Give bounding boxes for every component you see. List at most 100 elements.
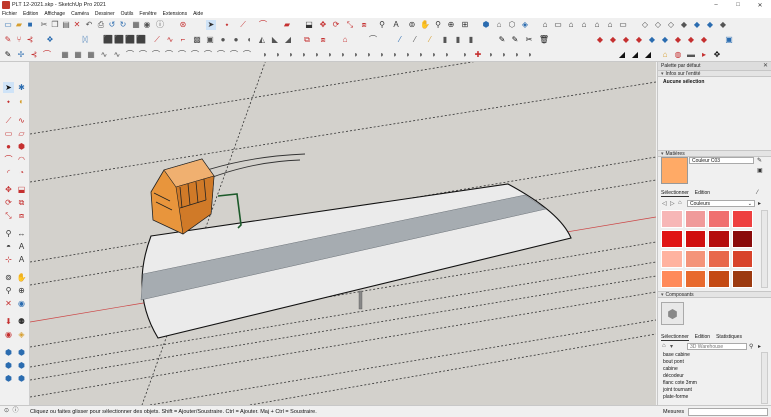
section-icon[interactable]: ◈: [16, 329, 27, 340]
grid-c-icon[interactable]: ▦: [86, 50, 96, 60]
menu-aide[interactable]: Aide: [193, 11, 203, 17]
plugin-bar1-icon[interactable]: ▮: [440, 35, 450, 45]
menu-outils[interactable]: Outils: [121, 11, 134, 17]
component-icon[interactable]: ✱: [16, 82, 27, 93]
view-right-icon[interactable]: ⌂: [579, 20, 589, 30]
model-viewport[interactable]: [30, 62, 656, 405]
layout-icon[interactable]: ◈: [520, 20, 530, 30]
plugin-curve2-icon[interactable]: ⌒: [368, 35, 378, 45]
view-bottom-icon[interactable]: ▭: [618, 20, 628, 30]
menu-camera[interactable]: Caméra: [71, 11, 89, 17]
paint-icon[interactable]: ◐: [16, 96, 27, 107]
monochrome-icon[interactable]: ◆: [718, 20, 728, 30]
line-icon[interactable]: ⟋: [3, 115, 14, 126]
undo-arrow-icon[interactable]: ↺: [107, 20, 117, 30]
look-around-icon[interactable]: ◉: [3, 329, 14, 340]
material-swatch-10[interactable]: [708, 250, 730, 268]
curve-b-icon[interactable]: ∿: [112, 50, 122, 60]
material-swatch-1[interactable]: [684, 210, 706, 228]
shape-b-icon[interactable]: ◢: [630, 50, 640, 60]
solid-a-icon[interactable]: ◗: [260, 50, 270, 60]
tape-tool-icon[interactable]: ⚲: [377, 20, 387, 30]
plugin-house2-icon[interactable]: ⌂: [660, 50, 670, 60]
plugin-corner-icon[interactable]: ⌐: [178, 35, 188, 45]
material-swatch-8[interactable]: [661, 250, 683, 268]
material-swatch-0[interactable]: [661, 210, 683, 228]
target-icon[interactable]: ✢: [16, 50, 26, 60]
eraser-icon[interactable]: ⬩: [3, 96, 14, 107]
open-icon[interactable]: ▰: [14, 20, 24, 30]
back-edges-icon[interactable]: ◇: [653, 20, 663, 30]
plugin-nodes-icon[interactable]: ⊰: [25, 35, 35, 45]
grid-a-icon[interactable]: ▦: [60, 50, 70, 60]
curve-j-icon[interactable]: ⌒: [216, 50, 226, 60]
plugin-brush-icon[interactable]: ⁄: [410, 35, 420, 45]
rotated-rect-icon[interactable]: ▱: [16, 128, 27, 139]
plugin-flag-icon[interactable]: ▸: [699, 50, 709, 60]
previous-view-icon[interactable]: ◉: [16, 298, 27, 309]
plugin-diamond4-icon[interactable]: ◆: [634, 35, 644, 45]
materials-header[interactable]: ▾ Matières: [658, 150, 771, 157]
view-top-icon[interactable]: ▭: [553, 20, 563, 30]
tray-close-icon[interactable]: ✕: [763, 62, 768, 69]
plugin-diamond5-icon[interactable]: ◆: [647, 35, 657, 45]
solid-g-icon[interactable]: ◗: [338, 50, 348, 60]
solid-s-icon[interactable]: ◗: [512, 50, 522, 60]
material-swatch-11[interactable]: [731, 250, 753, 268]
components-tab-stats[interactable]: Statistiques: [716, 334, 742, 341]
plugin-box2-icon[interactable]: ⬛: [114, 35, 124, 45]
orbit-icon[interactable]: ⊚: [3, 272, 14, 283]
plus-cross-icon[interactable]: ✚: [473, 50, 483, 60]
material-swatch-4[interactable]: [661, 230, 683, 248]
pencil-icon[interactable]: ✎: [3, 50, 13, 60]
components-tab-edit[interactable]: Edition: [695, 334, 710, 341]
solid-b-icon[interactable]: ◗: [273, 50, 283, 60]
list-item[interactable]: cabine: [663, 366, 697, 373]
material-swatch-7[interactable]: [731, 230, 753, 248]
plugin-box3-icon[interactable]: ⬛: [125, 35, 135, 45]
rotate-icon[interactable]: ⟳: [3, 197, 14, 208]
entity-info-header[interactable]: ▾ Infos sur l'entité: [658, 70, 771, 77]
curve-c-icon[interactable]: ⌒: [125, 50, 135, 60]
rectangle-icon[interactable]: ▭: [3, 128, 14, 139]
grid-b-icon[interactable]: ▦: [73, 50, 83, 60]
plugin-bar2-icon[interactable]: ▮: [453, 35, 463, 45]
pan-tool-icon[interactable]: ✋: [420, 20, 430, 30]
eraser-tool-icon[interactable]: ⬩: [222, 20, 232, 30]
plugin-ruler-icon[interactable]: ▬: [686, 50, 696, 60]
warehouse-left-icon[interactable]: ⬢: [3, 347, 14, 358]
nodes-icon[interactable]: ⊰: [29, 50, 39, 60]
menu-fenetre[interactable]: Fenêtre: [139, 11, 156, 17]
line-tool-icon[interactable]: ⟋: [238, 20, 248, 30]
plugin-circle2-icon[interactable]: ●: [231, 35, 241, 45]
new-icon[interactable]: ▭: [3, 20, 13, 30]
plugin-pen-icon[interactable]: ✎: [3, 35, 13, 45]
plugin-diamond7-icon[interactable]: ◆: [673, 35, 683, 45]
plugin-diamond8-icon[interactable]: ◆: [686, 35, 696, 45]
components-details-icon[interactable]: ▸: [758, 343, 761, 350]
material-swatch-6[interactable]: [708, 230, 730, 248]
print-icon[interactable]: ⎙: [96, 20, 106, 30]
menu-extensions[interactable]: Extensions: [163, 11, 187, 17]
material-details-icon[interactable]: ▸: [758, 200, 761, 207]
plugin-move-icon[interactable]: ✥: [712, 50, 722, 60]
maximize-button[interactable]: □: [727, 0, 749, 10]
pushpull-tool-icon[interactable]: ⬓: [304, 20, 314, 30]
zoom-tool-icon[interactable]: ⚲: [433, 20, 443, 30]
camera-icon[interactable]: ◉: [142, 20, 152, 30]
plugin-circle-icon[interactable]: ●: [218, 35, 228, 45]
plugin-half-icon[interactable]: ◖: [244, 35, 254, 45]
solid-p-icon[interactable]: ◗: [460, 50, 470, 60]
zoom-window-icon[interactable]: ⊕: [16, 285, 27, 296]
solid-t-icon[interactable]: ◗: [525, 50, 535, 60]
material-swatch-3[interactable]: [731, 210, 753, 228]
move-icon[interactable]: ✥: [3, 184, 14, 195]
view-back-icon[interactable]: ⌂: [592, 20, 602, 30]
xray-style-icon[interactable]: ◇: [640, 20, 650, 30]
plugin-scissor-icon[interactable]: ✂: [524, 35, 534, 45]
zoom-extents-icon[interactable]: ⊞: [460, 20, 470, 30]
solid-h-icon[interactable]: ◗: [351, 50, 361, 60]
zoom-extents-icon[interactable]: ✕: [3, 298, 14, 309]
solid-r-icon[interactable]: ◗: [499, 50, 509, 60]
solid-e-icon[interactable]: ◗: [312, 50, 322, 60]
